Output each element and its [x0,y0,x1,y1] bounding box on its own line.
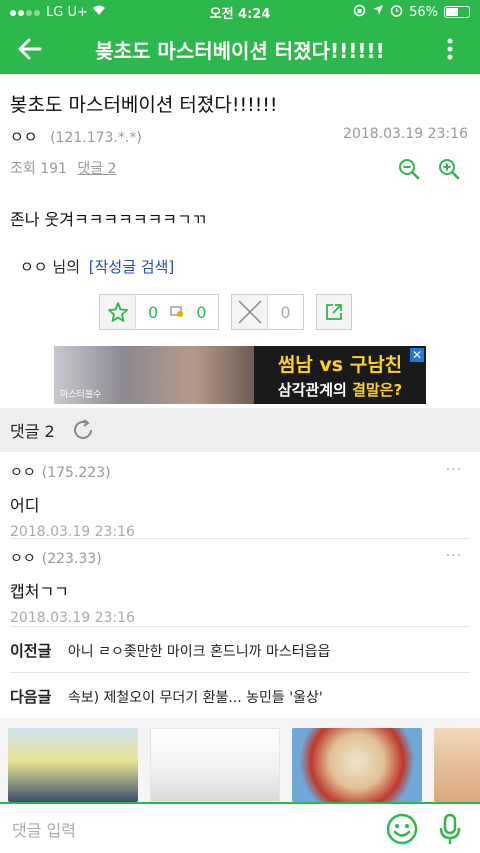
back-button[interactable] [0,24,60,74]
share-button[interactable] [315,294,352,330]
x-mark-icon [232,295,269,329]
writer-name: ㅇㅇ [20,258,48,276]
divider [10,672,470,673]
prev-post-link[interactable]: 이전글 아니 ㄹㅇ좆만한 마이크 혼드니까 마스터읍읍 [10,640,330,661]
next-label: 다음글 [10,688,52,706]
share-icon [325,304,342,320]
zoom-out-icon[interactable] [398,158,420,180]
refresh-icon[interactable] [71,418,95,442]
comment-date: 2018.03.19 23:16 [10,610,135,626]
voice-input-button[interactable] [432,811,468,847]
zoom-controls [398,158,460,180]
comments-header-label: 댓글 2 [10,422,55,441]
kebab-menu-icon [447,38,453,60]
ad-close-icon[interactable]: ✕ [410,348,424,362]
recommend-count: 0 [148,302,159,322]
comment-text: 캡처ㄱㄱ [10,582,69,601]
signal-icon [10,5,42,20]
wifi-icon [92,5,106,20]
comment-ip: (175.223) [41,465,111,481]
comment-ip: (223.33) [41,551,102,567]
thumbnail[interactable] [292,728,422,802]
comment-author: ㅇㅇ (223.33) [10,551,102,567]
microphone-icon [439,813,461,844]
ad-image-caption: 마스터블수 [60,390,102,400]
ad-copy: 썸남 vs 구남친 삼각관계의 결말은? [254,346,426,404]
writer-suffix: 님의 [52,258,80,276]
comment-input[interactable]: 댓글 입력 [12,817,372,841]
more-options-button[interactable] [420,24,480,74]
article-title: 봊초도 마스터베이션 터졌다!!!!!! [10,94,278,116]
author-row: ㅇㅇ (121.173.*.*) 2018.03.19 23:16 [10,126,468,147]
related-thumbnails [0,718,480,802]
article-date: 2018.03.19 23:16 [343,126,468,142]
dislike-count: 0 [280,302,291,322]
writer-row: ㅇㅇ 님의 [작성글 검색] [20,256,174,277]
app-bar-title: 봊초도 마스터베이션 터졌다!!!!!! [95,38,385,63]
comment-more-button[interactable]: ··· [446,462,462,478]
zoom-in-icon[interactable] [438,158,460,180]
article-meta: 조회 191 댓글 2 [10,158,117,178]
comment-count-link[interactable]: 댓글 2 [77,161,116,177]
ad-banner[interactable]: 마스터블수 썸남 vs 구남친 삼각관계의 결말은? ✕ [54,346,426,404]
ad-subline: 삼각관계의 결말은? [277,381,403,399]
fixed-recommend-icon [170,303,184,322]
carrier-label: LG U+ [46,4,88,20]
prev-label: 이전글 [10,642,52,660]
next-post-link[interactable]: 다음글 속보) 제철오이 무더기 환불... 농민들 '울상' [10,686,323,707]
emoji-button[interactable] [384,811,420,847]
author-name[interactable]: ㅇㅇ [10,128,38,146]
battery-icon [444,6,470,18]
back-arrow-icon [18,38,42,60]
battery-percent: 56% [409,4,438,20]
divider [10,626,470,627]
comment-text: 어디 [10,496,40,515]
search-posts-link[interactable]: [작성글 검색] [89,258,174,276]
location-icon [372,4,384,20]
star-icon [100,295,136,329]
divider [10,538,470,539]
comment-input-bar: 댓글 입력 [0,802,480,853]
dislike-button[interactable]: 0 [231,294,304,330]
fixed-recommend-count: 0 [196,302,207,322]
app-bar: 봊초도 마스터베이션 터졌다!!!!!! [0,24,480,74]
alarm-icon [390,4,403,21]
thumbnail[interactable] [8,728,138,802]
lock-rotation-icon [353,4,366,21]
smiley-icon [386,813,418,844]
clock: 오전 4:24 [209,6,271,22]
status-bar: LG U+ 오전 4:24 56% [0,0,480,24]
comment-more-button[interactable]: ··· [446,548,462,564]
ad-headline: 썸남 vs 구남친 [277,354,403,376]
comment-item: ㅇㅇ (175.223) ··· 어디 2018.03.19 23:16 [10,462,470,540]
view-count: 조회 191 [10,161,67,177]
comment-item: ㅇㅇ (223.33) ··· 캡처ㄱㄱ 2018.03.19 23:16 [10,548,470,626]
comments-header: 댓글 2 [0,408,480,452]
prev-title: 아니 ㄹㅇ좆만한 마이크 혼드니까 마스터읍읍 [67,644,331,660]
article-body: 존나 웃겨ㅋㅋㅋㅋㅋㅋㅋㄱㄲ [10,210,207,229]
recommend-button[interactable]: 0 0 [99,294,220,330]
vote-row: 0 0 0 [99,294,352,330]
thumbnail[interactable] [150,728,280,802]
comment-author: ㅇㅇ (175.223) [10,465,111,481]
author-ip: (121.173.*.*) [50,130,142,146]
next-title: 속보) 제철오이 무더기 환불... 농민들 '울상' [67,690,323,706]
thumbnail[interactable] [434,728,480,802]
